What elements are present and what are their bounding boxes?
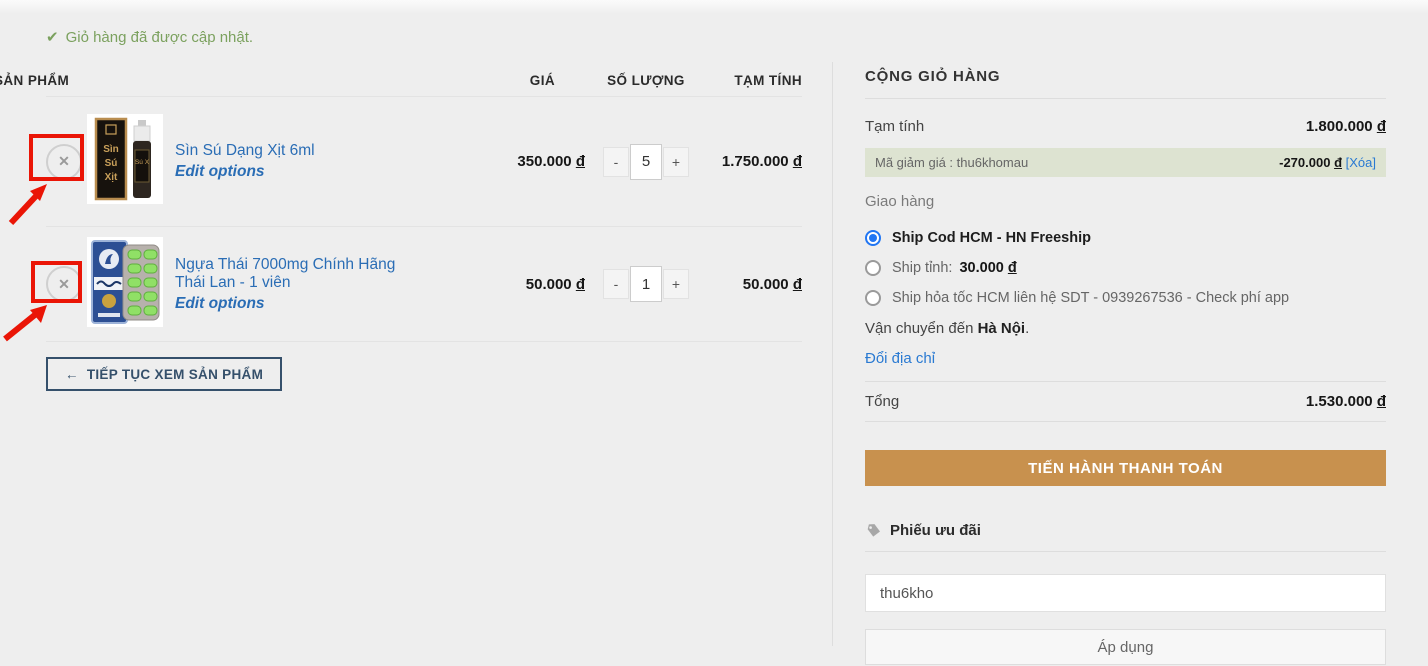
check-icon: ✔	[46, 28, 59, 46]
header-product: SẢN PHẨM	[0, 73, 175, 88]
radio-icon[interactable]	[865, 260, 881, 276]
svg-text:Xịt: Xịt	[105, 172, 118, 183]
header-subtotal: TẠM TÍNH	[707, 73, 802, 88]
shipping-price: 30.000 đ	[959, 260, 1016, 276]
annotation-arrow-icon	[0, 296, 56, 344]
shipping-destination: Vận chuyển đến Hà Nội.	[865, 320, 1386, 337]
total-label: Tổng	[865, 393, 899, 410]
quantity-decrease-button[interactable]: -	[603, 147, 629, 177]
product-link-sin-su[interactable]: Sìn Sú Dạng Xịt 6ml	[175, 142, 315, 159]
quantity-decrease-button[interactable]: -	[603, 269, 629, 299]
apply-coupon-button[interactable]: Áp dụng	[865, 629, 1386, 665]
total-row: Tổng 1.530.000 đ	[865, 382, 1386, 421]
currency-symbol: đ	[793, 276, 802, 293]
currency-symbol: đ	[576, 276, 585, 293]
shipping-option-hoa-toc[interactable]: Ship hỏa tốc HCM liên hệ SDT - 093926753…	[865, 283, 1386, 313]
coupon-heading-text: Phiếu ưu đãi	[890, 522, 981, 539]
checkout-button[interactable]: TIẾN HÀNH THANH TOÁN	[865, 450, 1386, 486]
total-value: 1.530.000 đ	[1306, 393, 1386, 410]
remove-coupon-link[interactable]: [Xóa]	[1346, 155, 1376, 170]
arrow-left-icon: ←	[65, 367, 79, 382]
svg-text:Sú X: Sú X	[135, 159, 150, 166]
destination-city: Hà Nội	[978, 320, 1026, 337]
cart-table-header: SẢN PHẨM GIÁ SỐ LƯỢNG TẠM TÍNH	[46, 64, 802, 97]
product-link-ngua-thai[interactable]: Ngựa Thái 7000mg Chính Hãng Thái Lan - 1…	[175, 256, 395, 291]
divider	[865, 421, 1386, 422]
change-address-link[interactable]: Đổi địa chỉ	[865, 350, 935, 367]
annotation-arrow-icon	[4, 172, 56, 228]
discount-row: Mã giảm giá : thu6khomau -270.000 đ [Xóa…	[865, 148, 1386, 177]
product-image-ngua-thai[interactable]	[87, 237, 163, 327]
coupon-code-input[interactable]	[865, 574, 1386, 612]
quantity-input[interactable]	[630, 144, 662, 180]
currency-symbol: đ	[793, 153, 802, 170]
currency-symbol: đ	[1377, 393, 1386, 410]
currency-symbol: đ	[1008, 260, 1017, 276]
price-cell: 350.000 đ	[411, 153, 585, 170]
top-gradient	[0, 0, 1428, 14]
cart-totals-heading: CỘNG GIỎ HÀNG	[865, 62, 1386, 99]
cart-row-ngua-thai: ✕	[46, 227, 802, 342]
subtotal-row: Tạm tính 1.800.000 đ	[865, 118, 1386, 135]
svg-text:Sìn: Sìn	[103, 144, 119, 155]
discount-value: -270.000 đ [Xóa]	[1279, 155, 1376, 170]
quantity-stepper: - +	[585, 266, 707, 302]
edit-options-link[interactable]: Edit options	[175, 163, 411, 181]
continue-shopping-button[interactable]: ← TIẾP TỤC XEM SẢN PHẨM	[46, 357, 282, 391]
quantity-increase-button[interactable]: +	[663, 269, 689, 299]
edit-options-link[interactable]: Edit options	[175, 295, 411, 313]
cart-updated-notice: ✔ Giỏ hàng đã được cập nhật.	[46, 28, 802, 46]
currency-symbol: đ	[1334, 155, 1342, 170]
column-divider	[832, 62, 833, 646]
shipping-option-ship-tinh[interactable]: Ship tỉnh: 30.000 đ	[865, 253, 1386, 283]
subtotal-cell: 50.000 đ	[707, 276, 802, 293]
cart-updated-text: Giỏ hàng đã được cập nhật.	[66, 29, 254, 46]
cart-section: ✔ Giỏ hàng đã được cập nhật. SẢN PHẨM GI…	[46, 28, 802, 391]
price-cell: 50.000 đ	[411, 276, 585, 293]
radio-icon[interactable]	[865, 290, 881, 306]
shipping-option-cod-freeship[interactable]: Ship Cod HCM - HN Freeship	[865, 223, 1386, 253]
cart-row-sin-su: ✕ Sìn Sú Xịt Sú X Sì	[46, 97, 802, 227]
currency-symbol: đ	[576, 153, 585, 170]
header-quantity: SỐ LƯỢNG	[585, 73, 707, 88]
subtotal-value: 1.800.000 đ	[1306, 118, 1386, 135]
shipping-label: Giao hàng	[865, 193, 1386, 210]
coupon-section-heading: Phiếu ưu đãi	[865, 522, 1386, 552]
tag-icon	[865, 523, 881, 539]
subtotal-cell: 1.750.000 đ	[707, 153, 802, 170]
currency-symbol: đ	[1377, 118, 1386, 135]
quantity-input[interactable]	[630, 266, 662, 302]
cart-table: SẢN PHẨM GIÁ SỐ LƯỢNG TẠM TÍNH ✕ Sìn Sú	[46, 64, 802, 342]
quantity-stepper: - +	[585, 144, 707, 180]
header-price: GIÁ	[411, 73, 585, 88]
quantity-increase-button[interactable]: +	[663, 147, 689, 177]
discount-label: Mã giảm giá : thu6khomau	[875, 155, 1028, 170]
radio-selected-icon[interactable]	[865, 230, 881, 246]
subtotal-label: Tạm tính	[865, 118, 924, 135]
product-image-sin-su[interactable]: Sìn Sú Xịt Sú X	[87, 114, 163, 204]
svg-text:Sú: Sú	[105, 158, 118, 169]
continue-shopping-label: TIẾP TỤC XEM SẢN PHẨM	[87, 367, 263, 382]
cart-totals-panel: CỘNG GIỎ HÀNG Tạm tính 1.800.000 đ Mã gi…	[865, 62, 1386, 665]
shipping-options: Ship Cod HCM - HN Freeship Ship tỉnh: 30…	[865, 223, 1386, 313]
